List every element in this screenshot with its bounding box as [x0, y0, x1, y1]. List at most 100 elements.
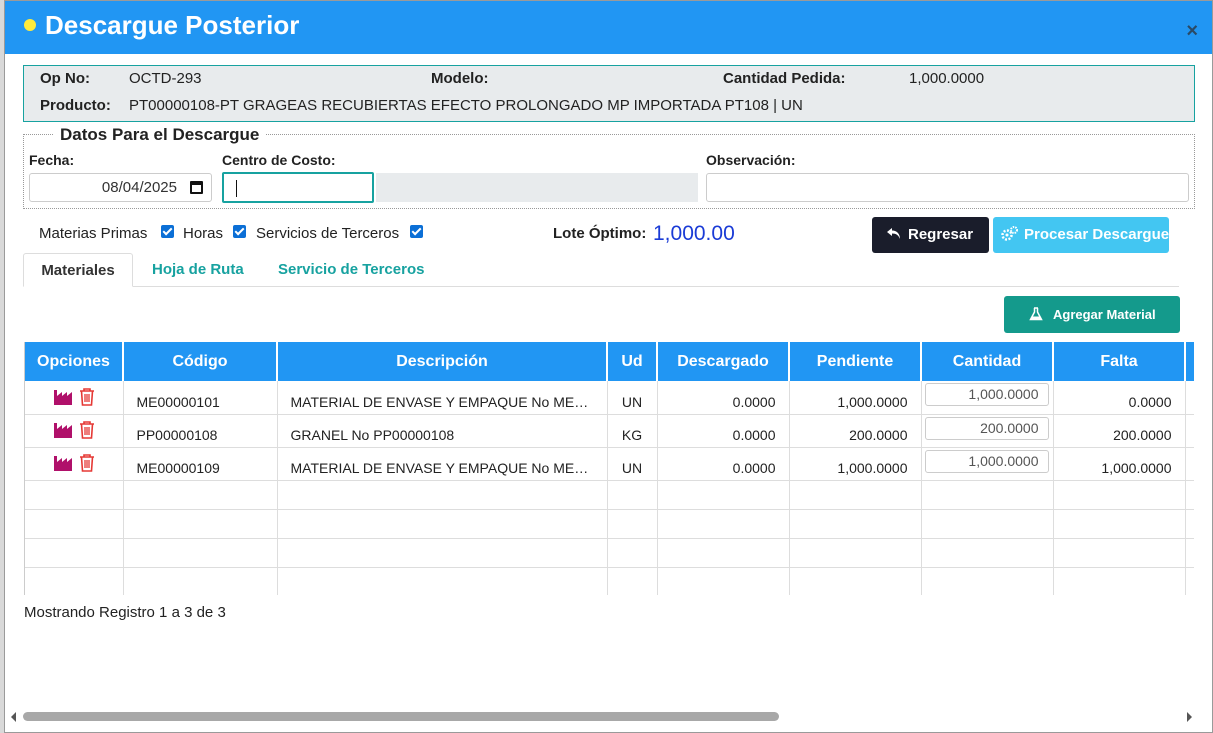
tab-hoja-de-ruta[interactable]: Hoja de Ruta	[152, 253, 244, 287]
materials-table: Opciones Código Descripción Ud Descargad…	[24, 342, 1194, 595]
fieldset-legend: Datos Para el Descargue	[54, 125, 266, 145]
cell-descripcion: MATERIAL DE ENVASE Y EMPAQUE No ME000001…	[277, 447, 608, 481]
order-info-panel: Op No: OCTD-293 Modelo: Cantidad Pedida:…	[23, 65, 1195, 122]
col-header-descripcion[interactable]: Descripción	[277, 342, 608, 381]
cell-pendiente: 1,000.0000	[789, 381, 922, 415]
trash-icon[interactable]	[79, 453, 95, 472]
cell-codigo: PP00000108	[123, 414, 278, 448]
cell-descargado: 0.0000	[657, 414, 790, 448]
options-cell	[25, 447, 124, 481]
col-header-descargado[interactable]: Descargado	[657, 342, 790, 381]
centro-costo-description	[376, 173, 698, 202]
fecha-input[interactable]: 08/04/2025	[29, 173, 212, 202]
undo-arrow-icon	[887, 228, 900, 239]
servicios-terceros-checkbox[interactable]	[410, 225, 423, 238]
cell-cantidad: 1,000.0000	[921, 381, 1054, 415]
text-caret	[236, 180, 237, 197]
modal-titlebar: Descargue Posterior ×	[5, 1, 1212, 54]
cell-extra	[1185, 381, 1194, 415]
table-header-row: Opciones Código Descripción Ud Descargad…	[25, 342, 1194, 381]
fecha-value: 08/04/2025	[101, 179, 177, 196]
cell-falta: 0.0000	[1053, 381, 1186, 415]
cell-ud: UN	[607, 381, 658, 415]
records-count: Mostrando Registro 1 a 3 de 3	[24, 604, 226, 621]
op-label: Op No:	[40, 70, 90, 87]
cell-codigo: ME00000109	[123, 447, 278, 481]
modelo-label: Modelo:	[431, 70, 489, 87]
cantidad-pedida-label: Cantidad Pedida:	[723, 70, 846, 87]
factory-icon[interactable]	[53, 454, 73, 472]
cantidad-pedida-value: 1,000.0000	[909, 70, 985, 87]
op-value: OCTD-293	[129, 70, 202, 87]
regresar-button[interactable]: Regresar	[872, 217, 989, 253]
cell-descripcion: GRANEL No PP00000108	[277, 414, 608, 448]
factory-icon[interactable]	[53, 421, 73, 439]
table-row[interactable]: PP00000108 GRANEL No PP00000108 KG 0.000…	[25, 414, 1194, 448]
col-header-falta[interactable]: Falta	[1053, 342, 1186, 381]
table-row[interactable]: ME00000109 MATERIAL DE ENVASE Y EMPAQUE …	[25, 447, 1194, 481]
servicios-terceros-label: Servicios de Terceros	[256, 225, 400, 242]
scroll-right-icon[interactable]	[1187, 712, 1192, 722]
col-header-extra	[1185, 342, 1194, 381]
agregar-material-label: Agregar Material	[1053, 307, 1156, 322]
cell-descargado: 0.0000	[657, 447, 790, 481]
calendar-icon[interactable]	[190, 181, 203, 194]
scroll-left-icon[interactable]	[11, 712, 16, 722]
cantidad-input[interactable]: 1,000.0000	[924, 383, 1049, 407]
descargue-fieldset: Datos Para el Descargue Fecha: 08/04/202…	[23, 125, 1195, 209]
agregar-material-button[interactable]: Agregar Material	[1004, 296, 1180, 333]
descargue-modal: Descargue Posterior × Op No: OCTD-293 Mo…	[4, 0, 1213, 733]
trash-icon[interactable]	[79, 387, 95, 406]
materias-primas-checkbox[interactable]	[161, 225, 174, 238]
trash-icon[interactable]	[79, 420, 95, 439]
procesar-label: Procesar Descargue	[1024, 226, 1170, 243]
cell-ud: UN	[607, 447, 658, 481]
col-header-ud[interactable]: Ud	[607, 342, 658, 381]
modal-title: Descargue Posterior	[45, 10, 300, 40]
col-header-pendiente[interactable]: Pendiente	[789, 342, 922, 381]
gears-icon	[1001, 226, 1018, 241]
lote-optimo-value: 1,000.00	[653, 222, 735, 245]
materias-primas-label: Materias Primas	[39, 225, 148, 242]
cell-falta: 1,000.0000	[1053, 447, 1186, 481]
empty-row	[25, 509, 1194, 539]
horizontal-scrollbar[interactable]	[5, 708, 1200, 726]
regresar-label: Regresar	[908, 226, 974, 243]
factory-icon[interactable]	[53, 388, 73, 406]
cantidad-input[interactable]: 200.0000	[924, 416, 1049, 440]
cell-ud: KG	[607, 414, 658, 448]
col-header-opciones[interactable]: Opciones	[25, 342, 124, 381]
cantidad-input[interactable]: 1,000.0000	[924, 449, 1049, 473]
producto-value: PT00000108-PT GRAGEAS RECUBIERTAS EFECTO…	[129, 97, 803, 114]
status-dot-icon	[24, 19, 36, 31]
col-header-codigo[interactable]: Código	[123, 342, 278, 381]
table-row[interactable]: ME00000101 MATERIAL DE ENVASE Y EMPAQUE …	[25, 381, 1194, 415]
observacion-label: Observación:	[706, 152, 796, 168]
cell-cantidad: 200.0000	[921, 414, 1054, 448]
scroll-thumb[interactable]	[23, 712, 779, 721]
horas-label: Horas	[183, 225, 224, 242]
cell-extra	[1185, 414, 1194, 448]
centro-costo-input[interactable]	[222, 172, 374, 203]
horas-checkbox[interactable]	[233, 225, 246, 238]
fecha-label: Fecha:	[29, 152, 75, 168]
cell-pendiente: 1,000.0000	[789, 447, 922, 481]
cell-pendiente: 200.0000	[789, 414, 922, 448]
empty-row	[25, 538, 1194, 568]
cell-falta: 200.0000	[1053, 414, 1186, 448]
close-icon[interactable]: ×	[1186, 19, 1198, 43]
lote-optimo-label: Lote Óptimo:	[553, 225, 647, 242]
tab-materiales[interactable]: Materiales	[23, 253, 133, 287]
cell-extra	[1185, 447, 1194, 481]
procesar-descargue-button[interactable]: Procesar Descargue	[993, 217, 1169, 253]
options-cell	[25, 381, 124, 415]
observacion-input[interactable]	[706, 173, 1189, 202]
empty-row	[25, 567, 1194, 595]
col-header-cantidad[interactable]: Cantidad	[921, 342, 1054, 381]
tab-servicio-de-terceros[interactable]: Servicio de Terceros	[278, 253, 424, 287]
cell-codigo: ME00000101	[123, 381, 278, 415]
options-cell	[25, 414, 124, 448]
cell-cantidad: 1,000.0000	[921, 447, 1054, 481]
cell-descargado: 0.0000	[657, 381, 790, 415]
cell-descripcion: MATERIAL DE ENVASE Y EMPAQUE No ME000001…	[277, 381, 608, 415]
